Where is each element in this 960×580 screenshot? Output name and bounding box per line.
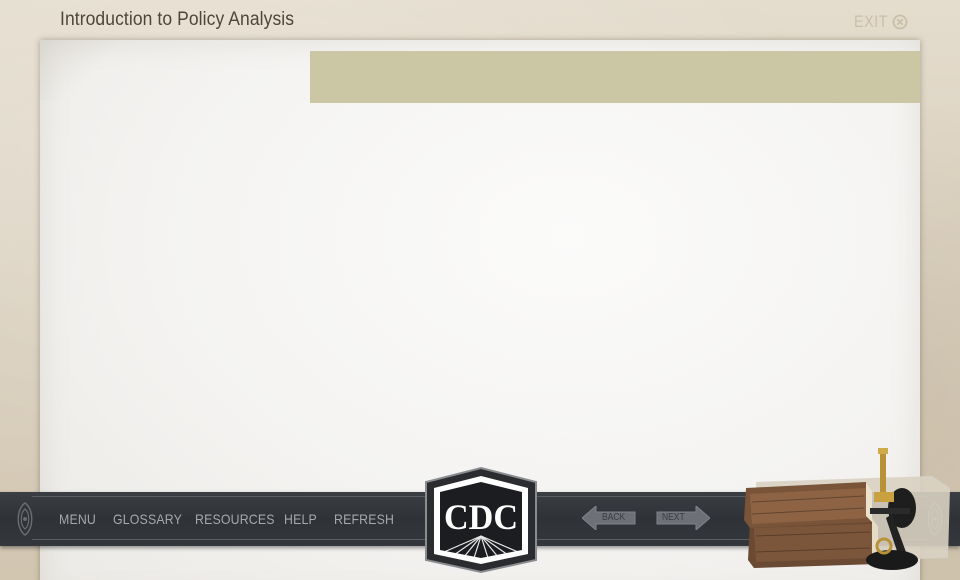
nav-glossary-button[interactable]: GLOSSARY [113,510,182,528]
exit-label: EXIT [854,12,888,31]
course-title: Introduction to Policy Analysis [60,9,295,30]
nav-refresh-button[interactable]: REFRESH [334,510,394,528]
close-circle-icon [892,14,908,30]
next-button[interactable]: NEXT [656,504,711,532]
nav-resources-button[interactable]: RESOURCES [195,510,275,528]
nav-help-button[interactable]: HELP [284,510,317,528]
books-microscope-illustration [744,448,950,570]
nav-menu-button[interactable]: MENU [59,510,96,528]
content-header-bar [310,51,920,103]
cdc-logo: CDC [425,466,537,574]
back-label: BACK [602,512,626,523]
next-label: NEXT [662,512,685,523]
left-ornament-icon [17,502,33,536]
back-button[interactable]: BACK [581,504,636,532]
exit-button[interactable]: EXIT [854,11,908,33]
cdc-logo-text: CDC [444,497,518,537]
